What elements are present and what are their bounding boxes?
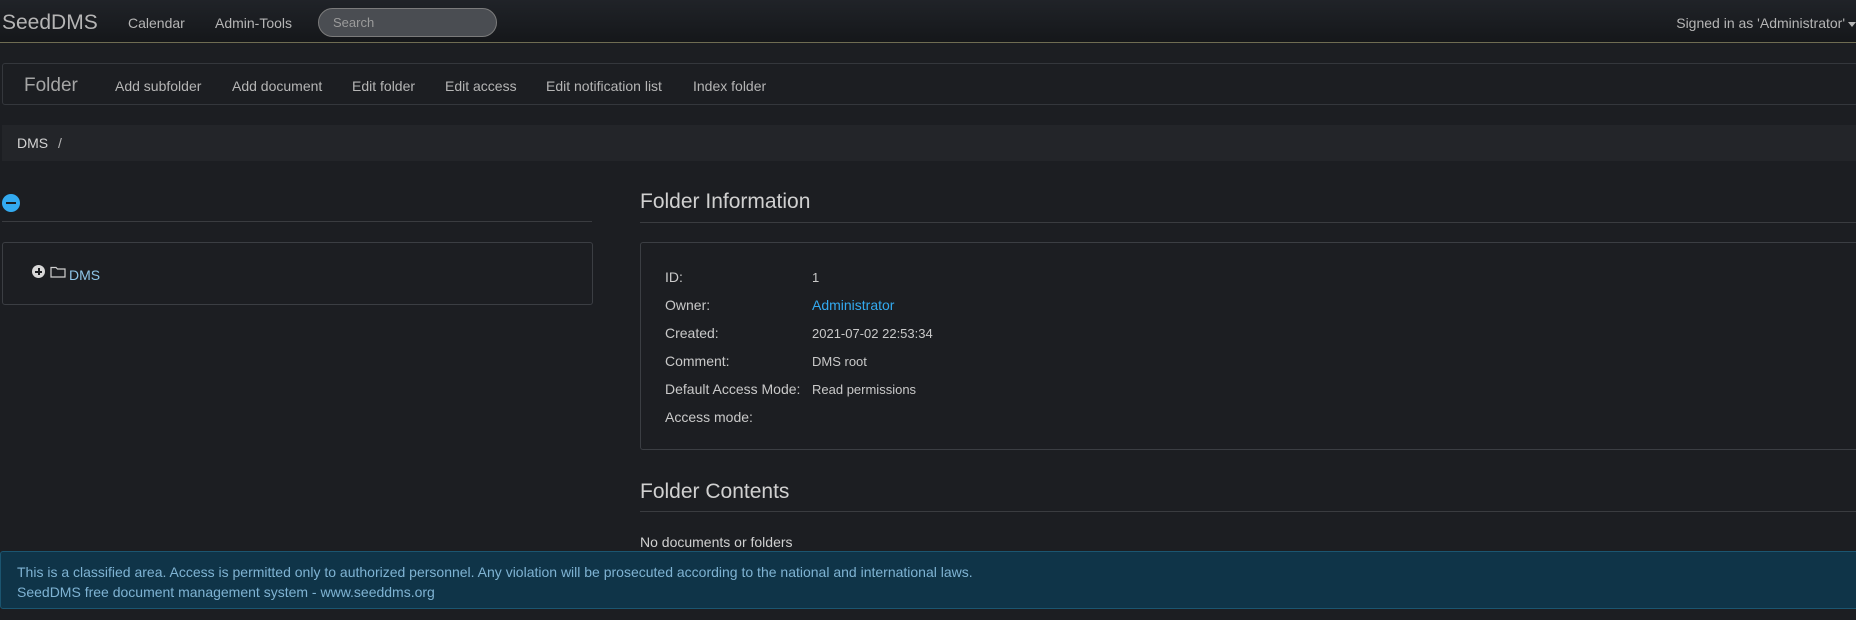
info-label-id: ID:: [665, 269, 683, 285]
folder-tree: DMS: [2, 242, 593, 305]
subnav-title: Folder: [24, 75, 78, 96]
folder-contents-title: Folder Contents: [640, 480, 790, 503]
top-navbar: SeedDMS Calendar Admin-Tools Signed in a…: [0, 0, 1856, 43]
folder-information-panel: [640, 242, 1856, 450]
user-menu[interactable]: Signed in as 'Administrator': [1676, 15, 1856, 31]
expand-icon[interactable]: [32, 265, 45, 278]
info-value-id: 1: [812, 270, 820, 285]
nav-calendar[interactable]: Calendar: [128, 15, 185, 31]
brand-logo[interactable]: SeedDMS: [2, 11, 98, 35]
tree-item-dms[interactable]: DMS: [69, 267, 100, 283]
user-menu-label: Signed in as 'Administrator': [1676, 15, 1845, 31]
info-label-comment: Comment:: [665, 353, 730, 369]
info-label-owner: Owner:: [665, 297, 711, 313]
edit-folder-link[interactable]: Edit folder: [352, 78, 415, 94]
folder-subnav: Folder Add subfolder Add document Edit f…: [2, 63, 1856, 105]
folder-icon: [50, 266, 66, 278]
empty-contents-message: No documents or folders: [640, 534, 793, 550]
info-label-access-mode: Access mode:: [665, 409, 753, 425]
info-label-created: Created:: [665, 325, 719, 341]
footer-notice: This is a classified area. Access is per…: [0, 551, 1856, 609]
footer-warning-text: This is a classified area. Access is per…: [17, 564, 973, 580]
search-input[interactable]: [318, 8, 497, 37]
breadcrumb-dms[interactable]: DMS: [17, 135, 48, 151]
info-value-default-access: Read permissions: [812, 382, 917, 397]
nav-admin-tools[interactable]: Admin-Tools: [215, 15, 292, 31]
owner-link[interactable]: Administrator: [812, 297, 894, 313]
footer-credit-link[interactable]: SeedDMS free document management system …: [17, 584, 435, 600]
edit-access-link[interactable]: Edit access: [445, 78, 517, 94]
collapse-icon[interactable]: [2, 194, 20, 212]
add-document-link[interactable]: Add document: [232, 78, 322, 94]
index-folder-link[interactable]: Index folder: [693, 78, 766, 94]
breadcrumb-separator: /: [58, 135, 62, 151]
folder-information-title: Folder Information: [640, 190, 811, 213]
chevron-down-icon: [1848, 21, 1856, 27]
edit-notification-list-link[interactable]: Edit notification list: [546, 78, 662, 94]
divider: [2, 221, 592, 222]
info-value-created: 2021-07-02 22:53:34: [812, 326, 933, 341]
info-label-default-access: Default Access Mode:: [665, 381, 801, 397]
divider: [640, 511, 1856, 512]
add-subfolder-link[interactable]: Add subfolder: [115, 78, 201, 94]
breadcrumb: DMS /: [2, 125, 1856, 161]
info-value-comment: DMS root: [812, 354, 867, 369]
divider: [640, 222, 1856, 223]
